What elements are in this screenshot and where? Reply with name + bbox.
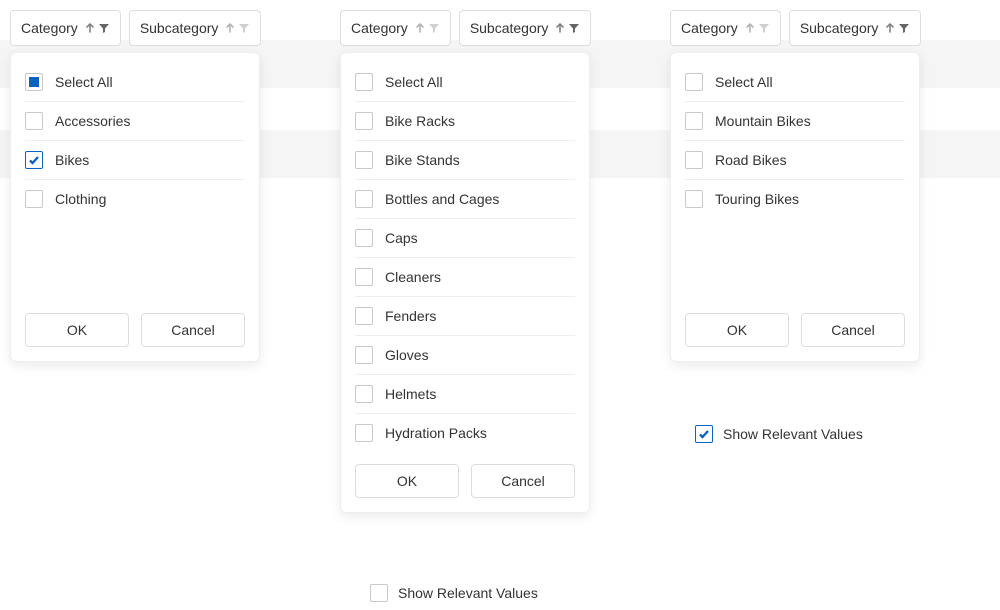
category-header-button[interactable]: Category [10,10,121,46]
filter-option-label: Touring Bikes [715,191,799,207]
filter-option-row[interactable]: Gloves [355,336,575,375]
show-relevant-values-label: Show Relevant Values [398,585,538,601]
filter-option-row[interactable]: Mountain Bikes [685,102,905,141]
sort-ascending-icon [744,22,756,34]
cancel-button[interactable]: Cancel [801,313,905,347]
sort-ascending-icon [554,22,566,34]
select-all-label: Select All [55,74,113,90]
filter-option-label: Cleaners [385,269,441,285]
filter-dropdown: Select All Accessories Bikes Clothing OK Canc… [10,52,260,362]
ok-button[interactable]: OK [355,464,459,498]
checkbox[interactable] [355,73,373,91]
filter-option-row[interactable]: Bottles and Cages [355,180,575,219]
ok-button[interactable]: OK [25,313,129,347]
filter-option-label: Road Bikes [715,152,787,168]
filter-option-row[interactable]: Caps [355,219,575,258]
category-header-button[interactable]: Category [670,10,781,46]
cancel-button[interactable]: Cancel [141,313,245,347]
select-all-row[interactable]: Select All [25,63,245,102]
filter-option-row[interactable]: Touring Bikes [685,180,905,218]
filter-option-label: Fenders [385,308,436,324]
column-header-label: Subcategory [140,20,219,36]
filter-option-row[interactable]: Helmets [355,375,575,414]
checkbox[interactable] [355,112,373,130]
filter-option-label: Clothing [55,191,106,207]
filter-dropdown: Select All Bike Racks Bike Stands Bottles a… [340,52,590,513]
filter-icon [238,22,250,34]
column-header-label: Subcategory [470,20,549,36]
filter-option-row[interactable]: Hydration Packs [355,414,575,452]
filter-group-2: Category Subcategory Select All Bike Racks B… [340,10,591,513]
checkbox[interactable] [355,229,373,247]
checkbox[interactable] [25,112,43,130]
filter-option-row[interactable]: Clothing [25,180,245,218]
filter-option-label: Hydration Packs [385,425,487,441]
checkbox[interactable] [685,73,703,91]
filter-option-row[interactable]: Bikes [25,141,245,180]
checkbox[interactable] [355,346,373,364]
checkbox[interactable] [695,425,713,443]
checkbox[interactable] [685,151,703,169]
show-relevant-values-2[interactable]: Show Relevant Values [370,584,538,602]
filter-icon [98,22,110,34]
filter-icon [568,22,580,34]
filter-option-label: Bike Stands [385,152,460,168]
filter-option-row[interactable]: Accessories [25,102,245,141]
checkbox[interactable] [355,151,373,169]
column-header-label: Category [21,20,78,36]
filter-option-label: Bottles and Cages [385,191,499,207]
filter-option-label: Caps [385,230,418,246]
select-all-label: Select All [385,74,443,90]
column-header-label: Category [351,20,408,36]
category-header-button[interactable]: Category [340,10,451,46]
subcategory-header-button[interactable]: Subcategory [459,10,592,46]
filter-option-label: Bikes [55,152,89,168]
select-all-row[interactable]: Select All [685,63,905,102]
checkbox[interactable] [355,424,373,442]
checkbox[interactable] [25,190,43,208]
checkbox[interactable] [685,190,703,208]
checkbox[interactable] [355,385,373,403]
ok-button[interactable]: OK [685,313,789,347]
select-all-label: Select All [715,74,773,90]
filter-option-row[interactable]: Cleaners [355,258,575,297]
filter-group-3: Category Subcategory Select All Mountain Bi… [670,10,921,362]
filter-icon [898,22,910,34]
checkbox[interactable] [355,190,373,208]
filter-icon [758,22,770,34]
checkbox[interactable] [685,112,703,130]
sort-ascending-icon [884,22,896,34]
sort-ascending-icon [84,22,96,34]
filter-option-row[interactable]: Bike Racks [355,102,575,141]
filter-option-row[interactable]: Bike Stands [355,141,575,180]
sort-ascending-icon [224,22,236,34]
filter-icon [428,22,440,34]
checkbox[interactable] [355,268,373,286]
filter-dropdown: Select All Mountain Bikes Road Bikes Tourin… [670,52,920,362]
filter-option-label: Gloves [385,347,429,363]
checkbox[interactable] [25,151,43,169]
column-header-label: Subcategory [800,20,879,36]
sort-ascending-icon [414,22,426,34]
checkbox[interactable] [355,307,373,325]
filter-option-label: Mountain Bikes [715,113,811,129]
filter-option-label: Helmets [385,386,436,402]
subcategory-header-button[interactable]: Subcategory [129,10,262,46]
filter-group-1: Category Subcategory Select All Accessories… [10,10,261,362]
column-header-label: Category [681,20,738,36]
checkbox[interactable] [25,73,43,91]
filter-option-row[interactable]: Road Bikes [685,141,905,180]
cancel-button[interactable]: Cancel [471,464,575,498]
subcategory-header-button[interactable]: Subcategory [789,10,922,46]
select-all-row[interactable]: Select All [355,63,575,102]
filter-option-row[interactable]: Fenders [355,297,575,336]
checkbox[interactable] [370,584,388,602]
filter-option-label: Bike Racks [385,113,455,129]
filter-option-label: Accessories [55,113,130,129]
show-relevant-values-label: Show Relevant Values [723,426,863,442]
show-relevant-values-3[interactable]: Show Relevant Values [695,425,863,443]
